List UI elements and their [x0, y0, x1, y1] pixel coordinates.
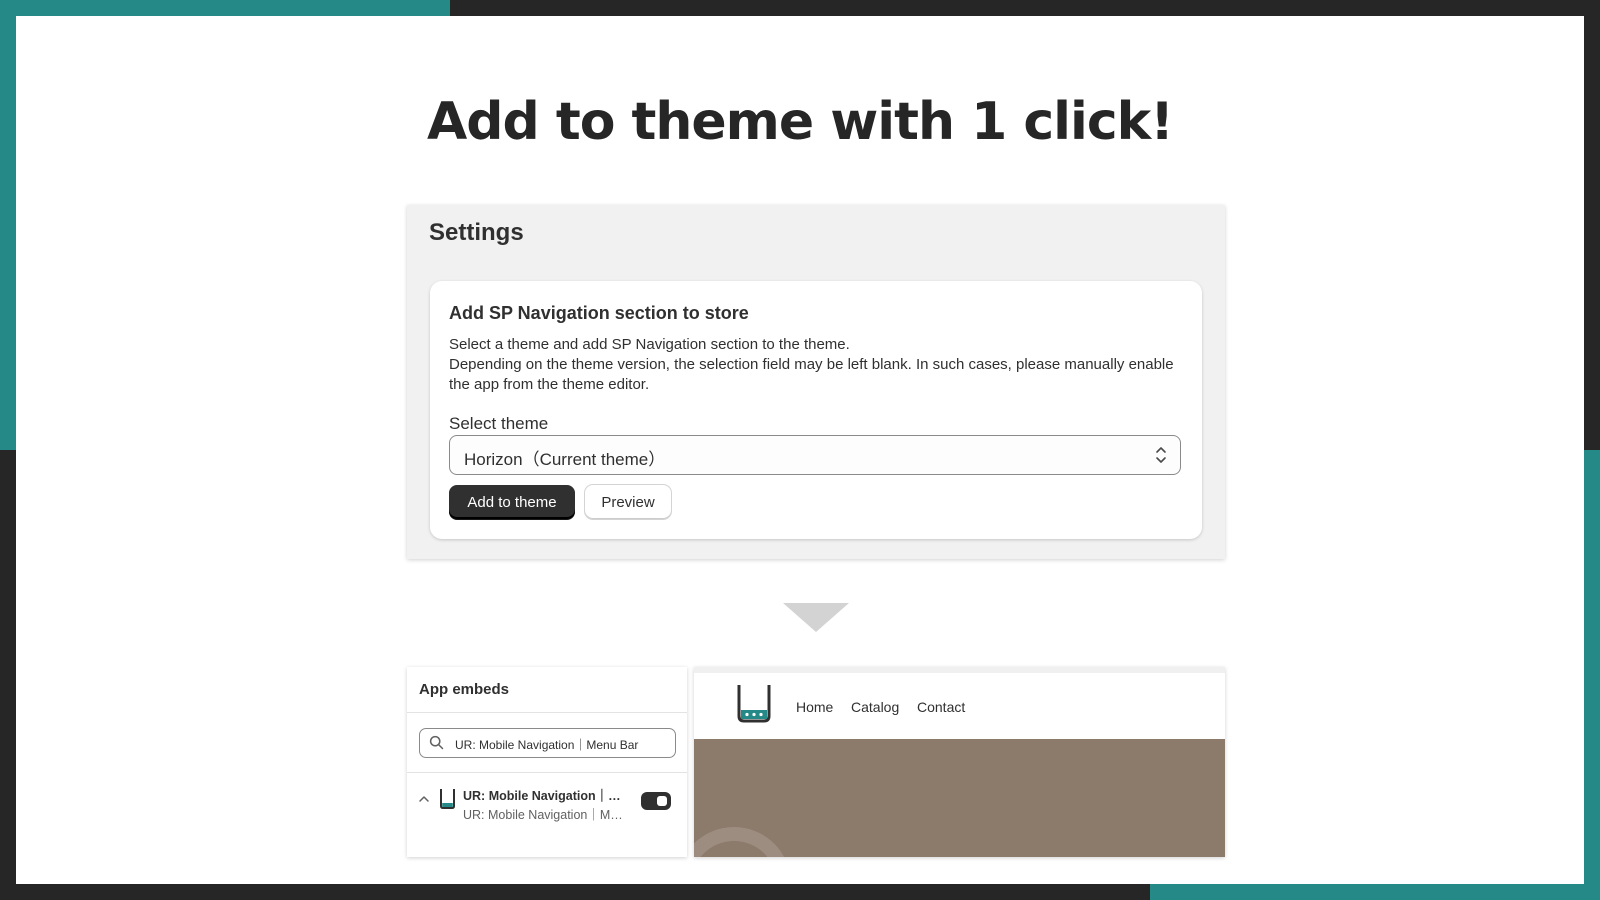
- storefront-preview: Home Catalog Contact: [694, 667, 1225, 857]
- divider: [407, 772, 687, 773]
- slide-canvas: Add to theme with 1 click! Settings Add …: [16, 16, 1584, 884]
- app-embed-row[interactable]: UR: Mobile Navigation｜Menu Bar UR: Mobil…: [407, 781, 687, 827]
- search-icon: [429, 735, 444, 750]
- divider: [407, 712, 687, 713]
- search-value: UR: Mobile Navigation｜Menu Bar: [455, 738, 639, 752]
- app-embed-subtitle: UR: Mobile Navigation｜Menu Bar: [463, 808, 628, 822]
- add-to-theme-button[interactable]: Add to theme: [449, 485, 575, 519]
- theme-select[interactable]: Horizon（Current theme）: [449, 435, 1181, 475]
- app-embeds-panel: App embeds UR: Mobile Navigation｜Menu Ba…: [407, 667, 687, 857]
- app-embed-toggle[interactable]: [641, 792, 671, 810]
- headline: Add to theme with 1 click!: [427, 92, 1174, 152]
- section-heading: Add SP Navigation section to store: [449, 303, 749, 323]
- chevron-up-icon[interactable]: [418, 793, 430, 805]
- theme-select-value: Horizon（Current theme）: [464, 450, 666, 469]
- description-line-2: Depending on the theme version, the sele…: [449, 356, 1174, 393]
- nav-link-contact[interactable]: Contact: [917, 699, 965, 715]
- toggle-knob: [657, 796, 667, 806]
- app-embeds-title: App embeds: [419, 681, 510, 698]
- settings-panel: Settings Add SP Navigation section to st…: [407, 205, 1225, 559]
- down-arrow-icon: [783, 603, 849, 632]
- select-theme-label: Select theme: [449, 414, 549, 433]
- app-embeds-search-input[interactable]: UR: Mobile Navigation｜Menu Bar: [419, 728, 676, 758]
- section-description: Select a theme and add SP Navigation sec…: [449, 335, 1189, 395]
- preview-button[interactable]: Preview: [585, 485, 671, 519]
- settings-title: Settings: [429, 219, 524, 246]
- nav-link-home[interactable]: Home: [796, 699, 833, 715]
- description-line-1: Select a theme and add SP Navigation sec…: [449, 336, 850, 353]
- decorative-arc: [694, 827, 785, 857]
- store-header: Home Catalog Contact: [694, 667, 1225, 739]
- nav-link-catalog[interactable]: Catalog: [851, 699, 899, 715]
- add-section-card: Add SP Navigation section to store Selec…: [430, 281, 1202, 539]
- hero-banner: [694, 739, 1225, 857]
- select-chevron-icon: [1156, 447, 1166, 463]
- phone-menu-logo: [737, 685, 771, 723]
- app-embed-name: UR: Mobile Navigation｜Menu Bar: [463, 789, 628, 803]
- phone-menu-icon: [440, 789, 455, 809]
